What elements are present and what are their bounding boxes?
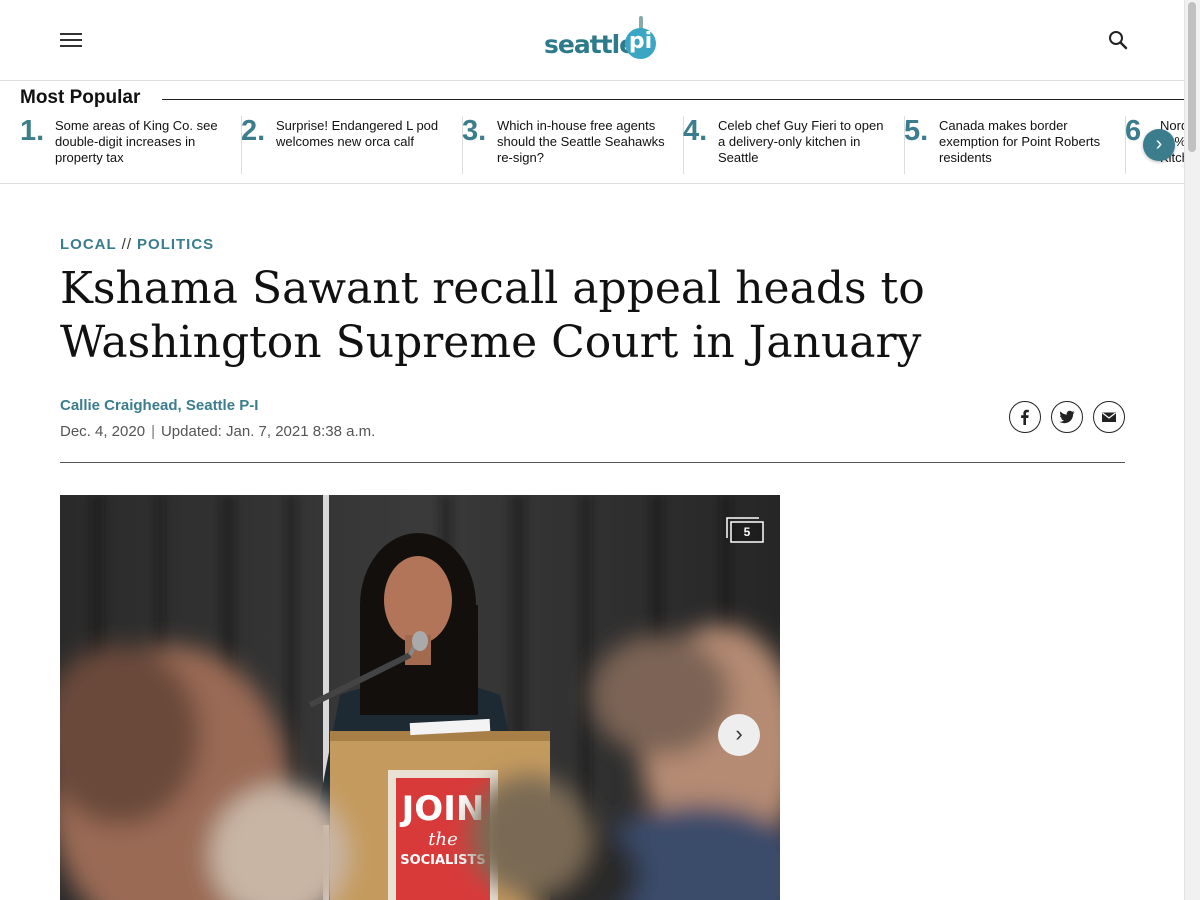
- divider: [162, 99, 1185, 100]
- photo-image: JOIN the SOCIALISTS: [60, 495, 780, 900]
- popular-rank: 4.: [683, 115, 708, 147]
- date-separator: |: [151, 423, 155, 440]
- updated-date: Updated: Jan. 7, 2021 8:38 a.m.: [160, 423, 376, 440]
- site-logo[interactable]: seattle pi: [544, 14, 658, 66]
- hamburger-icon[interactable]: [60, 32, 82, 48]
- divider: [60, 462, 1125, 463]
- section-local-link[interactable]: LOCAL: [60, 236, 117, 253]
- scrollbar[interactable]: [1184, 0, 1200, 900]
- gallery-count-badge[interactable]: 5: [726, 517, 764, 543]
- popular-link[interactable]: Canada makes border exemption for Point …: [939, 118, 1109, 166]
- email-icon[interactable]: [1093, 401, 1125, 433]
- gallery-count: 5: [743, 525, 751, 539]
- facebook-icon[interactable]: [1009, 401, 1041, 433]
- lead-photo[interactable]: JOIN the SOCIALISTS 5 ›: [60, 495, 780, 900]
- popular-item[interactable]: 5. Canada makes border exemption for Poi…: [904, 116, 1126, 174]
- popular-rank: 3.: [462, 115, 487, 147]
- twitter-icon[interactable]: [1051, 401, 1083, 433]
- popular-rank: 5.: [904, 115, 929, 147]
- popular-link[interactable]: Some areas of King Co. see double-digit …: [55, 118, 225, 166]
- search-icon[interactable]: [1108, 30, 1128, 50]
- article-dates: Dec. 4, 2020 | Updated: Jan. 7, 2021 8:38 …: [60, 423, 375, 440]
- popular-item[interactable]: 3. Which in-house free agents should the…: [462, 116, 684, 174]
- published-date: Dec. 4, 2020: [60, 423, 146, 440]
- scrollbar-thumb[interactable]: [1188, 2, 1196, 152]
- popular-link[interactable]: Celeb chef Guy Fieri to open a delivery-…: [718, 118, 888, 166]
- popular-link[interactable]: Surprise! Endangered L pod welcomes new …: [276, 118, 446, 150]
- popular-rank: 6: [1125, 116, 1142, 147]
- popular-link[interactable]: Which in-house free agents should the Se…: [497, 118, 667, 166]
- podium-sign-line: the: [428, 829, 457, 850]
- page: seattle pi Most Popular 1. Some areas of…: [0, 0, 1185, 900]
- most-popular-strip: Most Popular 1. Some areas of King Co. s…: [0, 81, 1185, 184]
- author-link[interactable]: Callie Craighead, Seattle P-I: [60, 397, 258, 414]
- popular-rank: 1.: [20, 115, 45, 147]
- section-separator: //: [121, 236, 133, 253]
- chevron-right-icon[interactable]: ›: [1143, 129, 1175, 161]
- section-breadcrumb: LOCAL//POLITICS: [60, 236, 214, 253]
- article-headline: Kshama Sawant recall appeal heads to Was…: [60, 263, 925, 368]
- podium-sign-line: SOCIALISTS: [400, 853, 486, 868]
- popular-item[interactable]: 2. Surprise! Endangered L pod welcomes n…: [241, 116, 463, 174]
- site-header: seattle pi: [0, 0, 1185, 81]
- popular-rank: 2.: [241, 115, 266, 147]
- logo-wordmark: seattle: [544, 30, 636, 59]
- logo-badge: pi: [625, 28, 656, 59]
- popular-item[interactable]: 1. Some areas of King Co. see double-dig…: [20, 116, 242, 174]
- chevron-right-icon[interactable]: ›: [718, 714, 760, 756]
- section-politics-link[interactable]: POLITICS: [137, 236, 214, 253]
- popular-item[interactable]: 4. Celeb chef Guy Fieri to open a delive…: [683, 116, 905, 174]
- most-popular-title: Most Popular: [20, 87, 141, 108]
